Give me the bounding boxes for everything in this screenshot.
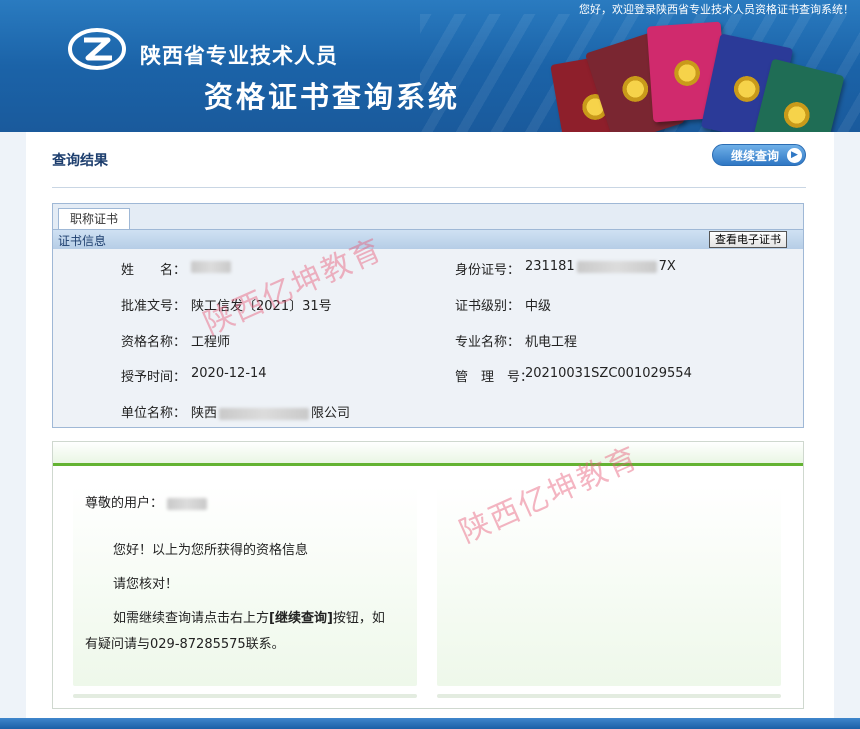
message-line2: 请您核对！: [113, 577, 179, 592]
left-panel-footer: [73, 694, 417, 698]
continue-query-label: 继续查询: [731, 149, 780, 163]
system-logo-icon: [68, 28, 126, 70]
major-value: 机电工程: [525, 335, 578, 350]
continue-query-highlight: [继续查询]: [269, 611, 333, 626]
tab-professional-title-cert[interactable]: 职称证书: [58, 208, 130, 231]
section-label: 证书信息: [58, 234, 107, 248]
play-arrow-icon: ▶: [787, 148, 802, 163]
message-panel: 尊敬的用户： 您好！以上为您所获得的资格信息 请您核对！ 如需继续查询请点击右上…: [52, 441, 804, 709]
message-line1: 您好！以上为您所获得的资格信息: [113, 543, 309, 558]
management-no-label: 管 理 号：: [455, 370, 534, 385]
unit-label: 单位名称：: [121, 406, 187, 421]
system-title-line1: 陕西省专业技术人员: [140, 44, 338, 68]
level-value: 中级: [525, 299, 552, 314]
id-value: 231181 7X: [525, 259, 676, 274]
date-label: 授予时间：: [121, 370, 187, 385]
footer-bar: [0, 718, 860, 729]
management-no-value: 20210031SZC001029554: [525, 366, 692, 381]
id-suffix: 7X: [658, 259, 676, 274]
message-left-panel: 尊敬的用户： 您好！以上为您所获得的资格信息 请您核对！ 如需继续查询请点击右上…: [73, 486, 417, 686]
id-prefix: 231181: [525, 259, 575, 274]
qualification-label: 资格名称：: [121, 335, 187, 350]
unit-prefix: 陕西: [191, 406, 218, 421]
welcome-text: 您好，欢迎登录陕西省专业技术人员资格证书查询系统！: [579, 3, 854, 16]
left-margin: [0, 132, 26, 729]
message-line3: 如需继续查询请点击右上方[继续查询]按钮，如: [113, 611, 385, 626]
level-label: 证书级别：: [455, 299, 521, 314]
name-label: 姓 名：: [121, 263, 187, 278]
approval-label: 批准文号：: [121, 299, 187, 314]
certificate-info-header: 证书信息 查看电子证书: [53, 229, 803, 249]
title-divider: [52, 187, 806, 188]
continue-query-button[interactable]: 继续查询 ▶: [712, 144, 806, 166]
message-line4: 有疑问请与029-87285575联系。: [85, 637, 285, 652]
dear-user-text: 尊敬的用户：: [85, 492, 208, 511]
id-label: 身份证号：: [455, 263, 521, 278]
major-label: 专业名称：: [455, 335, 521, 350]
view-e-certificate-button[interactable]: 查看电子证书: [709, 231, 787, 248]
unit-value: 陕西 限公司: [191, 402, 350, 421]
system-title-line2: 资格证书查询系统: [204, 80, 461, 114]
name-value-redacted: [191, 259, 231, 274]
header-banner: 您好，欢迎登录陕西省专业技术人员资格证书查询系统！ 陕西省专业技术人员 资格证书…: [0, 0, 860, 132]
right-margin: [834, 132, 860, 729]
date-value: 2020-12-14: [191, 366, 267, 381]
tab-bar: 职称证书: [53, 204, 803, 231]
message-header-bar: [53, 442, 803, 466]
unit-suffix: 限公司: [311, 406, 351, 421]
certificate-panel: 职称证书 证书信息 查看电子证书 姓 名： 身份证号： 231181 7X 批准文…: [52, 203, 804, 428]
page-title: 查询结果: [52, 153, 108, 169]
right-panel-footer: [437, 694, 781, 698]
